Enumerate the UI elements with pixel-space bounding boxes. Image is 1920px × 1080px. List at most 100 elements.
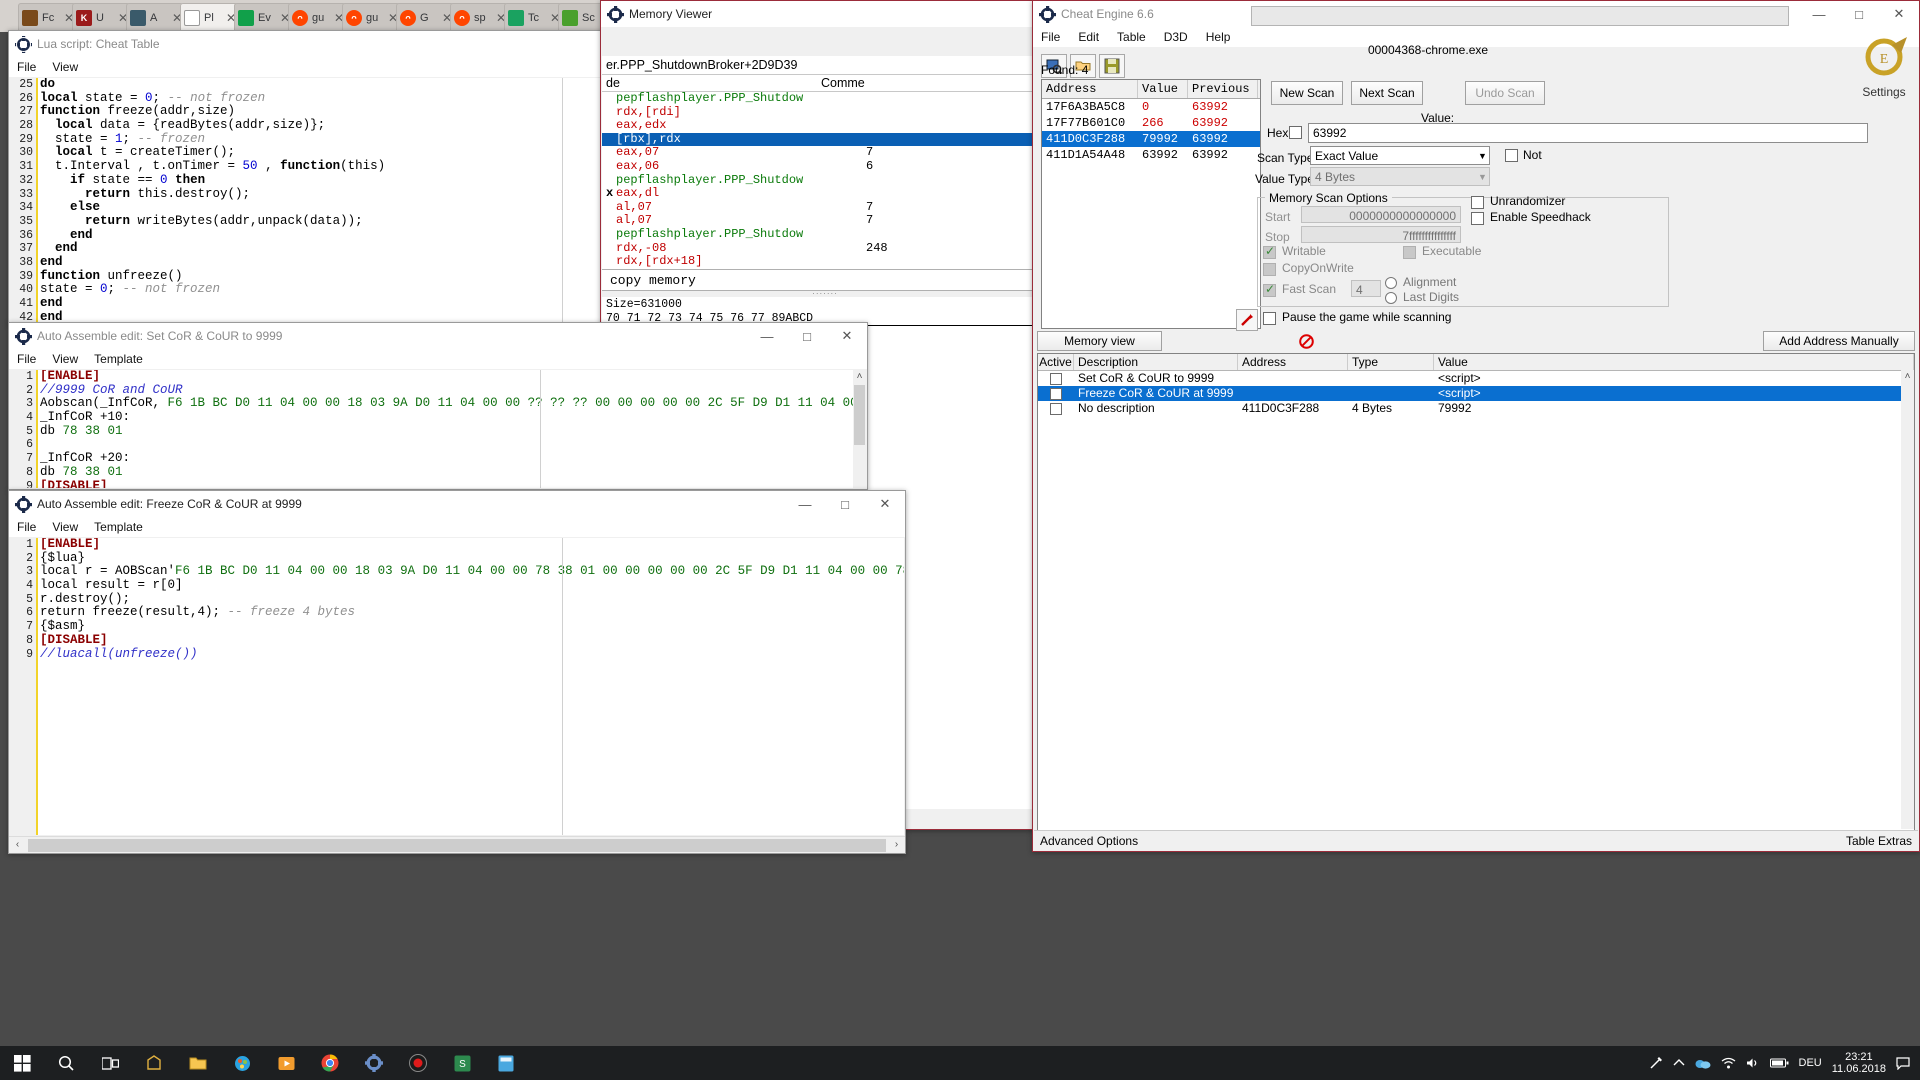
code-line[interactable]: [DISABLE] (40, 480, 866, 489)
code-line[interactable]: [ENABLE] (40, 370, 866, 384)
chevron-down-icon[interactable]: ▼ (1478, 151, 1487, 161)
not-checkbox[interactable] (1505, 149, 1518, 162)
aa-set-minimize-button[interactable]: — (747, 323, 787, 349)
breakpoint-marker[interactable] (606, 242, 616, 256)
disasm-row[interactable]: [rbx],rdx (602, 133, 1048, 147)
aa-freeze-hscrollbar[interactable]: ‹ › (9, 836, 905, 853)
process-field[interactable] (1251, 6, 1789, 26)
code-line[interactable]: [DISABLE] (40, 634, 904, 648)
browser-tab-8[interactable]: ᴖsp✕ (450, 3, 510, 32)
disasm-row[interactable]: xeax,dl (602, 187, 1048, 201)
ce-col-value[interactable]: Value (1138, 80, 1188, 98)
ce-menu-d3d[interactable]: D3D (1164, 30, 1188, 44)
browser-tab-2[interactable]: A✕ (126, 3, 186, 32)
ce-scan-results[interactable]: Address Value Previous 17F6A3BA5C8063992… (1041, 79, 1261, 329)
ce-maximize-button[interactable]: □ (1839, 1, 1879, 27)
memory-viewer-titlebar[interactable]: Memory Viewer (601, 1, 1049, 27)
alignment-radio[interactable] (1385, 277, 1397, 289)
browser-tab-4[interactable]: Ev✕ (234, 3, 294, 32)
breakpoint-marker[interactable] (606, 106, 616, 120)
advanced-options-link[interactable]: Advanced Options (1040, 834, 1138, 848)
browser-tab-7[interactable]: ᴖG✕ (396, 3, 456, 32)
chrome-icon[interactable] (308, 1046, 352, 1080)
aa-set-menu-file[interactable]: File (17, 352, 36, 366)
code-line[interactable]: db 78 38 01 (40, 425, 866, 439)
crosshair-drag-icon[interactable] (1236, 309, 1258, 331)
app-icon[interactable]: S (440, 1046, 484, 1080)
scroll-left-icon[interactable]: ‹ (9, 837, 26, 854)
enable-checkbox[interactable] (1050, 403, 1062, 415)
scroll-up-icon[interactable]: ˄ (1901, 370, 1914, 385)
scroll-right-icon[interactable]: › (888, 837, 905, 854)
browser-tab-1[interactable]: KU✕ (72, 3, 132, 32)
media-player-icon[interactable] (264, 1046, 308, 1080)
cheat-table-list[interactable]: Active Description Address Type Value Se… (1037, 353, 1915, 833)
copyonwrite-checkbox[interactable] (1263, 263, 1276, 276)
browser-tab-6[interactable]: ᴖgu✕ (342, 3, 402, 32)
breakpoint-marker[interactable] (606, 255, 616, 269)
code-line[interactable]: //9999 CoR and CoUR (40, 384, 866, 398)
code-line[interactable]: local r = AOBScan'F6 1B BC D0 11 04 00 0… (40, 565, 904, 579)
speedhack-checkbox[interactable] (1471, 212, 1484, 225)
aa-freeze-menu-file[interactable]: File (17, 520, 36, 534)
stop-scan-icon[interactable] (1295, 331, 1317, 351)
aa-set-menu-template[interactable]: Template (94, 352, 143, 366)
show-hidden-icons-icon[interactable] (1673, 1058, 1685, 1068)
memory-viewer-disassembly-panel[interactable]: er.PPP_ShutdownBroker+2D9D39 de Comme pe… (602, 56, 1048, 276)
cheat-table-scrollbar[interactable]: ˄ (1901, 370, 1914, 829)
breakpoint-marker[interactable]: x (606, 187, 616, 201)
ce-menu-help[interactable]: Help (1206, 30, 1231, 44)
disasm-row[interactable]: al,077 (602, 201, 1048, 215)
code-line[interactable]: return freeze(result,4); -- freeze 4 byt… (40, 606, 904, 620)
scan-result-row[interactable]: 17F77B601C026663992 (1042, 115, 1260, 131)
unrandomizer-checkbox[interactable] (1471, 196, 1484, 209)
scan-type-select[interactable]: Exact Value (1310, 146, 1490, 165)
pen-icon[interactable] (1649, 1056, 1663, 1070)
aa-set-menu-view[interactable]: View (52, 352, 78, 366)
disasm-row[interactable]: rdx,[rdi] (602, 106, 1048, 120)
code-line[interactable] (40, 438, 866, 452)
aa-freeze-code-lines[interactable]: [ENABLE]{$lua}local r = AOBScan'F6 1B BC… (40, 538, 904, 835)
network-icon[interactable] (1721, 1057, 1736, 1069)
last-digits-radio[interactable] (1385, 292, 1397, 304)
next-scan-button[interactable]: Next Scan (1351, 81, 1423, 105)
disasm-row[interactable]: al,077 (602, 214, 1048, 228)
code-line[interactable]: //luacall(unfreeze()) (40, 648, 904, 662)
store-icon[interactable] (132, 1046, 176, 1080)
chevron-down-icon[interactable]: ▼ (1478, 172, 1487, 182)
lua-menu-file[interactable]: File (17, 60, 36, 74)
cheat-table-row[interactable]: Set CoR & CoUR to 9999<script> (1038, 371, 1914, 386)
task-view-icon[interactable] (88, 1046, 132, 1080)
value-type-select[interactable]: 4 Bytes (1310, 167, 1490, 186)
ct-col-value[interactable]: Value (1434, 354, 1914, 370)
code-line[interactable]: local result = r[0] (40, 579, 904, 593)
aa-freeze-maximize-button[interactable]: □ (825, 491, 865, 517)
aa-freeze-close-button[interactable]: ✕ (865, 491, 905, 517)
cheat-table-row[interactable]: Freeze CoR & CoUR at 9999<script> (1038, 386, 1914, 401)
breakpoint-marker[interactable] (606, 146, 616, 160)
language-indicator[interactable]: DEU (1799, 1057, 1822, 1069)
aa-set-close-button[interactable]: ✕ (827, 323, 867, 349)
aa-freeze-minimize-button[interactable]: — (785, 491, 825, 517)
breakpoint-marker[interactable] (606, 133, 616, 147)
ce-menu-edit[interactable]: Edit (1078, 30, 1099, 44)
breakpoint-marker[interactable] (606, 201, 616, 215)
aa-set-scrollbar[interactable]: ˄ (853, 370, 866, 488)
browser-tab-9[interactable]: Tc✕ (504, 3, 564, 32)
code-line[interactable]: r.destroy(); (40, 593, 904, 607)
table-extras-link[interactable]: Table Extras (1846, 834, 1912, 848)
ce-col-previous[interactable]: Previous (1188, 80, 1258, 98)
aa-freeze-titlebar[interactable]: Auto Assemble edit: Freeze CoR & CoUR at… (9, 491, 905, 517)
scan-result-row[interactable]: 17F6A3BA5C8063992 (1042, 99, 1260, 115)
code-line[interactable]: Aobscan(_InfCoR, F6 1B BC D0 11 04 00 00… (40, 397, 866, 411)
code-line[interactable]: {$asm} (40, 620, 904, 634)
memory-view-button[interactable]: Memory view (1037, 331, 1162, 351)
aa-freeze-menu-view[interactable]: View (52, 520, 78, 534)
breakpoint-marker[interactable] (606, 92, 616, 106)
calculator-icon[interactable] (484, 1046, 528, 1080)
code-line[interactable]: _InfCoR +20: (40, 452, 866, 466)
ct-col-address[interactable]: Address (1238, 354, 1348, 370)
browser-tab-3[interactable]: Pl✕ (180, 3, 240, 32)
ct-col-type[interactable]: Type (1348, 354, 1434, 370)
aa-set-titlebar[interactable]: Auto Assemble edit: Set CoR & CoUR to 99… (9, 323, 867, 349)
